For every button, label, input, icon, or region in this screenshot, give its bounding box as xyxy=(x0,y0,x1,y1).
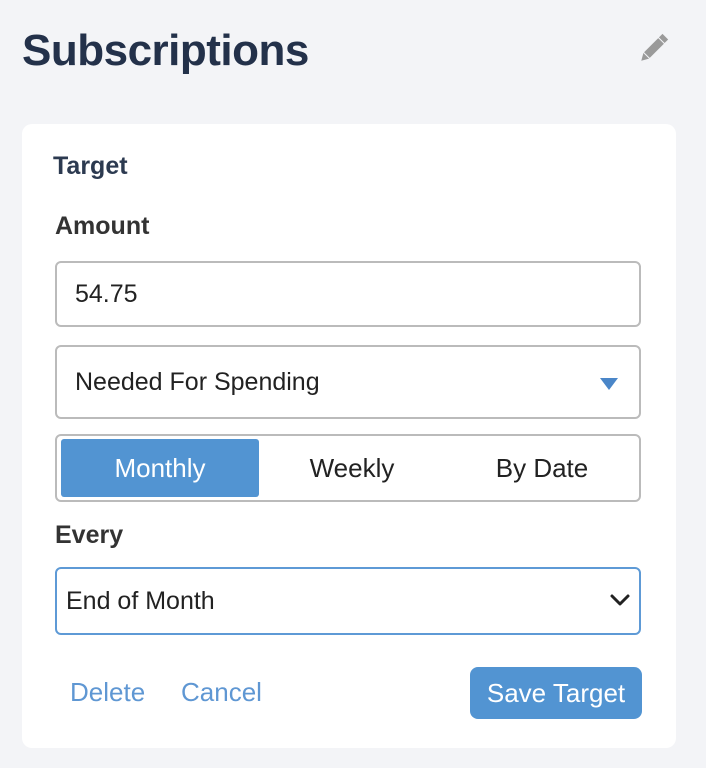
chevron-down-icon xyxy=(609,591,631,609)
delete-button[interactable]: Delete xyxy=(70,669,145,715)
every-label: Every xyxy=(55,521,124,549)
triangle-down-icon xyxy=(599,377,619,391)
every-value: End of Month xyxy=(66,587,215,615)
section-title: Target xyxy=(53,152,128,180)
pencil-icon[interactable] xyxy=(634,28,674,68)
tab-by-date[interactable]: By Date xyxy=(447,439,637,497)
cancel-button[interactable]: Cancel xyxy=(181,669,262,715)
save-target-button[interactable]: Save Target xyxy=(470,667,642,719)
amount-input[interactable] xyxy=(55,261,641,327)
every-dropdown[interactable]: End of Month xyxy=(55,567,641,635)
amount-label: Amount xyxy=(55,212,150,240)
tab-monthly[interactable]: Monthly xyxy=(61,439,259,497)
header: Subscriptions xyxy=(22,22,676,82)
tab-weekly[interactable]: Weekly xyxy=(257,439,447,497)
frequency-segmented-control: Monthly Weekly By Date xyxy=(55,434,641,502)
page-title: Subscriptions xyxy=(22,26,309,75)
target-type-select[interactable]: Needed For Spending xyxy=(55,345,641,419)
target-card: Target Amount Needed For Spending Monthl… xyxy=(22,124,676,748)
target-type-value: Needed For Spending xyxy=(75,368,320,396)
page: Subscriptions Target Amount Needed For S… xyxy=(0,0,706,768)
